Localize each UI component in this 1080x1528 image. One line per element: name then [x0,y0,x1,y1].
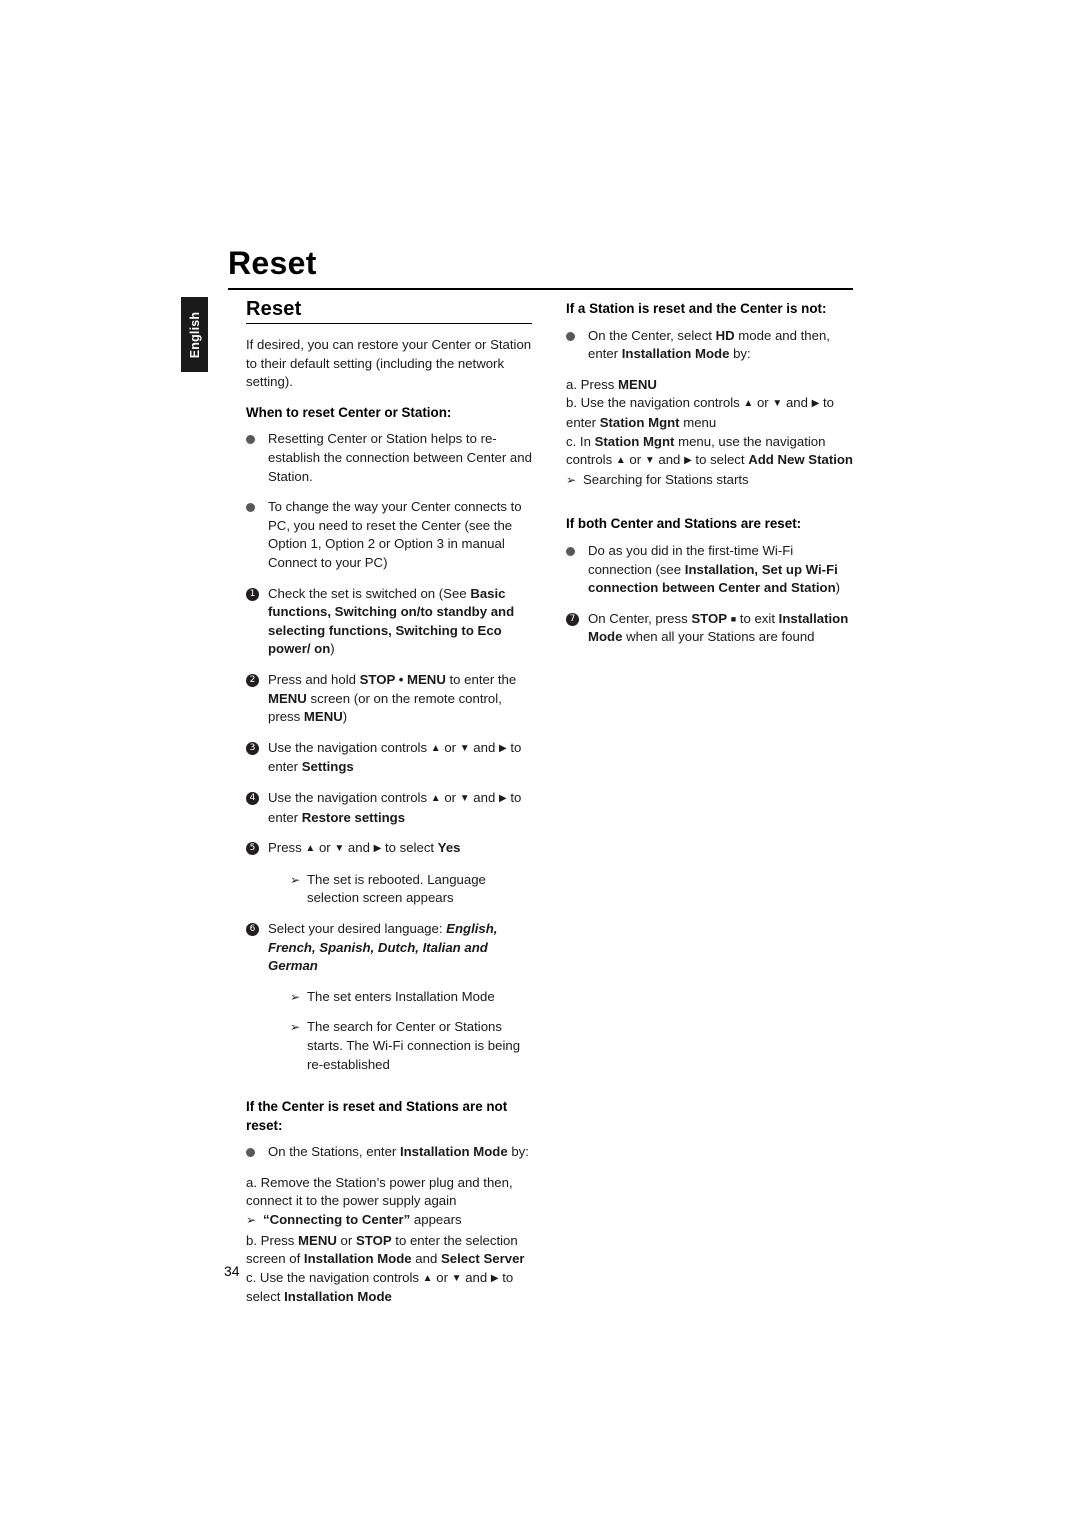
language-tab: English [181,297,208,372]
step-number-badge: 3 [246,741,259,755]
down-arrow-icon: ▼ [451,1272,462,1284]
list-item: On the Center, select HD mode and then, … [566,327,858,364]
right-arrow-icon: ▶ [490,1272,499,1284]
down-arrow-icon: ▼ [644,455,655,467]
arrow-result-icon: ➢ [290,1020,301,1035]
up-arrow-icon: ▲ [743,398,754,410]
bullet-dot-icon [246,503,255,513]
left-column: Reset If desired, you can restore your C… [246,298,536,1307]
right-column: If a Station is reset and the Center is … [566,300,858,659]
list-item: On the Stations, enter Installation Mode… [246,1143,536,1162]
substep-b: b. Use the navigation controls ▲ or ▼ an… [566,395,834,430]
up-arrow-icon: ▲ [422,1272,433,1284]
bullet-dot-icon [246,1148,255,1158]
list-item: 5 Press ▲ or ▼ and ▶ to select Yes [246,839,536,859]
bullet-dot-icon [566,331,575,341]
list-item: 3 Use the navigation controls ▲ or ▼ and… [246,739,536,777]
list-item: Do as you did in the first-time Wi-Fi co… [566,542,858,598]
step-text: Use the navigation controls ▲ or ▼ and ▶… [268,739,522,775]
step-text: Use the navigation controls ▲ or ▼ and ▶… [268,789,522,825]
substep-b: b. Press MENU or STOP to enter the selec… [246,1232,525,1267]
up-arrow-icon: ▲ [430,792,441,804]
substep-c: c. In Station Mgnt menu, use the navigat… [566,433,853,468]
result-line: ➢ Searching for Stations starts [566,471,858,490]
page-number: 34 [224,1263,240,1279]
step-number-badge: 2 [246,674,259,687]
intro-paragraph: If desired, you can restore your Center … [246,337,532,390]
subhead-when-to-reset: When to reset Center or Station: [246,404,452,420]
substep-a: a. Remove the Station’s power plug and t… [246,1174,513,1209]
bullet-dot-icon [246,435,255,445]
list-item: 2 Press and hold STOP • MENU to enter th… [246,671,536,727]
subhead-station-reset: If a Station is reset and the Center is … [566,301,827,316]
title-divider [228,288,853,290]
result-line: ➢ The search for Center or Stations star… [246,1018,536,1074]
arrow-result-icon: ➢ [566,472,577,487]
up-arrow-icon: ▲ [305,843,316,855]
bullet-text: Do as you did in the first-time Wi-Fi co… [588,542,841,596]
list-item: 6 Select your desired language: English,… [246,920,536,976]
step-number-badge: 4 [246,791,259,805]
step-text: Press ▲ or ▼ and ▶ to select Yes [268,840,461,856]
right-arrow-icon: ▶ [498,742,507,754]
step-text: Press and hold STOP • MENU to enter the … [268,672,517,725]
result-line: ➢ “Connecting to Center” appears [246,1211,536,1230]
substep-a: a. Press MENU [566,376,657,392]
step-text: Select your desired language: English, F… [268,920,498,974]
subhead-both-reset: If both Center and Stations are reset: [566,516,802,532]
result-text: The set enters Installation Mode [307,988,495,1004]
result-text: The set is rebooted. Language selection … [307,871,486,906]
arrow-result-icon: ➢ [246,1213,257,1228]
step-number-badge: 7 [566,612,579,626]
arrow-result-icon: ➢ [290,989,301,1004]
list-item: 4 Use the navigation controls ▲ or ▼ and… [246,789,536,827]
down-arrow-icon: ▼ [334,843,345,855]
arrow-result-icon: ➢ [290,872,301,887]
down-arrow-icon: ▼ [459,792,470,804]
list-item: 7 On Center, press STOP ■ to exit Instal… [566,610,858,647]
list-item: Resetting Center or Station helps to re-… [246,430,536,486]
subhead-center-reset: If the Center is reset and Stations are … [246,1099,508,1133]
step-text: On Center, press STOP ■ to exit Installa… [588,610,849,645]
language-tab-label: English [187,311,202,358]
substep-c: c. Use the navigation controls ▲ or ▼ an… [246,1269,514,1305]
list-item: 1 Check the set is switched on (See Basi… [246,585,536,659]
bullet-text: On the Center, select HD mode and then, … [588,327,830,362]
bullet-text: On the Stations, enter Installation Mode… [268,1144,529,1160]
step-number-badge: 1 [246,587,259,601]
down-arrow-icon: ▼ [459,742,470,754]
up-arrow-icon: ▲ [430,742,441,754]
section-divider [246,322,532,325]
result-text: Searching for Stations starts [583,471,749,487]
step-text: Check the set is switched on (See Basic … [268,585,515,657]
result-text: The search for Center or Stations starts… [307,1019,521,1072]
up-arrow-icon: ▲ [615,455,626,467]
bullet-dot-icon [566,546,575,556]
result-line: ➢ The set enters Installation Mode [246,988,536,1007]
manual-page: Reset English Reset If desired, you can … [0,0,1080,1528]
page-title: Reset [228,245,317,281]
right-arrow-icon: ▶ [684,455,692,467]
right-arrow-icon: ▶ [498,792,507,804]
result-line: ➢ The set is rebooted. Language selectio… [246,871,536,908]
down-arrow-icon: ▼ [772,398,783,410]
step-number-badge: 5 [246,842,259,856]
list-item: To change the way your Center connects t… [246,498,536,572]
bullet-text: To change the way your Center connects t… [268,499,522,571]
result-text: “Connecting to Center” appears [263,1212,462,1228]
bullet-text: Resetting Center or Station helps to re-… [268,431,532,484]
step-number-badge: 6 [246,922,259,936]
section-heading-reset: Reset [246,298,302,320]
